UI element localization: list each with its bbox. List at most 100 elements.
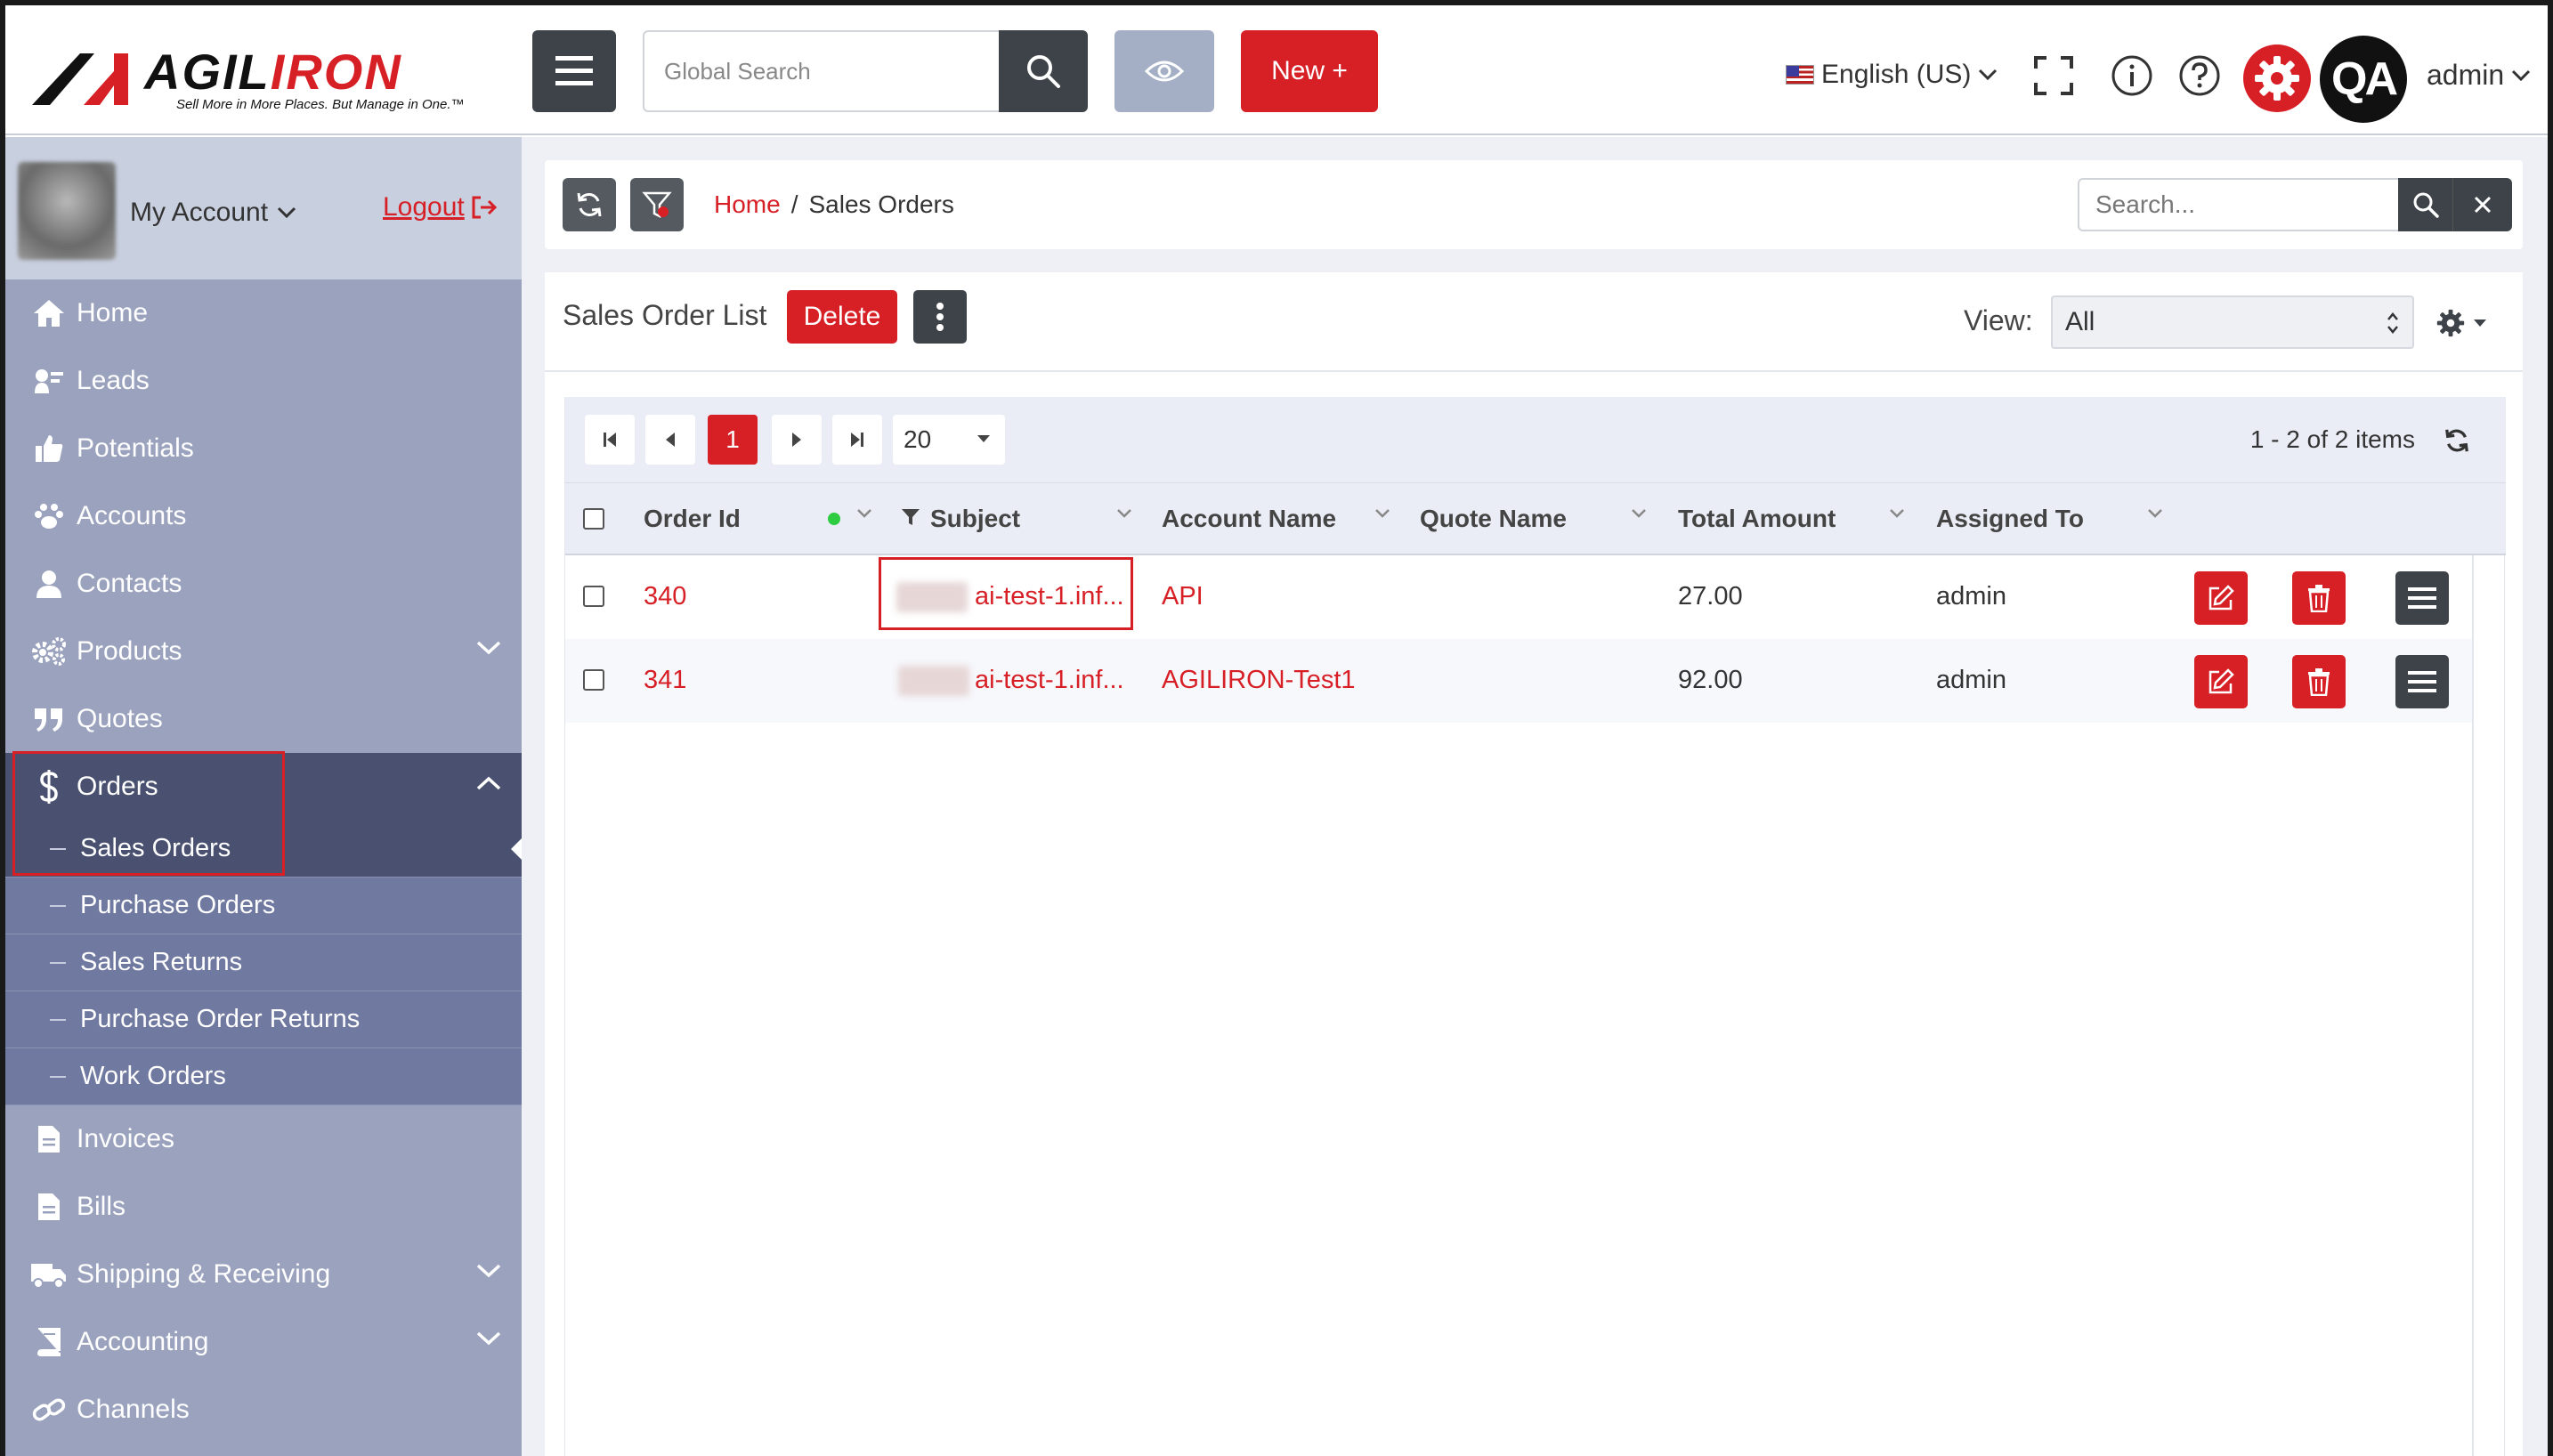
next-page-button[interactable] [772, 415, 822, 465]
page-size-select[interactable]: 20 [893, 415, 1005, 465]
view-label: View: [1964, 304, 2033, 336]
table-row[interactable]: 340 ai-test-1.inf... API 27.00 admin [565, 555, 2472, 639]
sidebar-item-label: Accounts [77, 501, 187, 530]
refresh-icon [2445, 429, 2468, 452]
column-header-account-name[interactable]: Account Name [1162, 505, 1336, 533]
grid-scrollbar[interactable] [2472, 555, 2504, 1456]
redacted-text [898, 666, 969, 696]
column-header-order-id[interactable]: Order Id [644, 505, 741, 533]
account-avatar [18, 162, 116, 260]
account-name-link[interactable]: AGILIRON-Test1 [1162, 666, 1356, 695]
trash-icon [2308, 585, 2330, 612]
sidebar-item-accounts[interactable]: Accounts [5, 482, 522, 550]
sidebar-item-label: Bills [77, 1192, 126, 1221]
order-id-link[interactable]: 340 [644, 582, 686, 611]
settings-button[interactable] [2243, 44, 2311, 112]
language-selector[interactable]: English (US) [1786, 57, 1998, 93]
column-header-assigned-to[interactable]: Assigned To [1936, 505, 2084, 533]
refresh-button[interactable] [563, 178, 616, 231]
logout-link[interactable]: Logout [383, 192, 498, 222]
prev-page-button[interactable] [645, 415, 695, 465]
edit-button[interactable] [2194, 571, 2248, 625]
chevron-down-icon[interactable] [1630, 508, 1648, 519]
delete-row-button[interactable] [2292, 655, 2346, 708]
view-select-value: All [2065, 307, 2095, 336]
sidebar-item-bills[interactable]: Bills [5, 1173, 522, 1241]
chevron-down-icon[interactable] [855, 508, 873, 519]
preview-toggle-button[interactable] [1114, 30, 1214, 112]
order-id-link[interactable]: 341 [644, 666, 686, 695]
sidebar-item-products[interactable]: Products [5, 618, 522, 685]
sidebar-item-quotes[interactable]: Quotes [5, 685, 522, 753]
breadcrumb-home-link[interactable]: Home [714, 190, 781, 219]
chevron-down-icon[interactable] [1115, 508, 1133, 519]
subitem-label: Purchase Order Returns [80, 1005, 361, 1033]
agiliron-logo[interactable]: AGILIRON Sell More in More Places. But M… [28, 44, 500, 116]
sidebar-item-contacts[interactable]: Contacts [5, 550, 522, 618]
view-select[interactable]: All [2051, 295, 2414, 349]
column-header-subject[interactable]: Subject [930, 505, 1020, 533]
link-icon [32, 1398, 66, 1421]
info-button[interactable] [2110, 53, 2154, 98]
delete-row-button[interactable] [2292, 571, 2346, 625]
grid-refresh-button[interactable] [2444, 427, 2470, 458]
list-search-button[interactable] [2398, 178, 2453, 231]
subject-link[interactable]: ai-test-1.inf... [975, 666, 1124, 695]
more-actions-button[interactable] [913, 290, 967, 344]
global-search-input[interactable]: Global Search [643, 30, 1001, 112]
chevron-down-icon[interactable] [1374, 508, 1391, 519]
chevron-down-icon[interactable] [2146, 508, 2164, 519]
gear-icon [2255, 56, 2299, 101]
sidebar-subitem-sales-returns[interactable]: Sales Returns [5, 934, 522, 991]
filter-button[interactable] [630, 178, 684, 231]
sidebar-subitem-purchase-orders[interactable]: Purchase Orders [5, 878, 522, 934]
edit-button[interactable] [2194, 655, 2248, 708]
subitem-label: Purchase Orders [80, 891, 276, 919]
last-page-button[interactable] [832, 415, 882, 465]
sidebar-item-label: Home [77, 298, 149, 328]
delete-button[interactable]: Delete [787, 290, 897, 344]
new-button[interactable]: New + [1241, 30, 1378, 112]
help-button[interactable] [2177, 53, 2222, 98]
kebab-icon [936, 303, 944, 331]
page-1-button[interactable]: 1 [708, 415, 758, 465]
column-settings-dropdown[interactable] [2435, 308, 2487, 338]
user-menu[interactable]: admin [2427, 59, 2531, 92]
search-icon [1027, 55, 1060, 88]
refresh-icon [577, 192, 602, 217]
sidebar-item-home[interactable]: Home [5, 279, 522, 347]
global-search-button[interactable] [999, 30, 1088, 112]
sidebar-item-shipping-receiving[interactable]: Shipping & Receiving [5, 1241, 522, 1308]
hamburger-menu-button[interactable] [532, 30, 616, 112]
sidebar-item-channels[interactable]: Channels [5, 1376, 522, 1444]
sidebar-item-invoices[interactable]: Invoices [5, 1105, 522, 1173]
caret-down-icon [977, 435, 990, 442]
column-header-quote-name[interactable]: Quote Name [1420, 505, 1567, 533]
sidebar-subitem-purchase-order-returns[interactable]: Purchase Order Returns [5, 991, 522, 1048]
row-checkbox[interactable] [583, 586, 604, 607]
filter-icon[interactable] [900, 506, 921, 528]
sidebar-subitem-work-orders[interactable]: Work Orders [5, 1048, 522, 1105]
list-search-input[interactable]: Search... [2078, 178, 2400, 231]
account-box: My Account Logout [5, 137, 522, 279]
sidebar-item-accounting[interactable]: Accounting [5, 1308, 522, 1376]
chevron-down-icon[interactable] [1888, 508, 1906, 519]
pager: 1 20 1 - 2 of 2 items [565, 397, 2506, 482]
my-account-menu[interactable]: My Account [130, 198, 296, 228]
row-checkbox[interactable] [583, 669, 604, 691]
svg-text:Sell More in More Places. But: Sell More in More Places. But Manage in … [176, 97, 464, 112]
account-name-link[interactable]: API [1162, 582, 1204, 611]
breadcrumb-bar: Home / Sales Orders Search... [545, 160, 2523, 249]
row-menu-button[interactable] [2395, 655, 2449, 708]
column-header-total-amount[interactable]: Total Amount [1678, 505, 1836, 533]
sales-order-grid: 1 20 1 - 2 of 2 items Order Id Subject A… [564, 397, 2506, 1456]
select-all-checkbox[interactable] [583, 508, 604, 530]
first-page-button[interactable] [585, 415, 635, 465]
sidebar-item-leads[interactable]: Leads [5, 347, 522, 415]
sidebar-item-potentials[interactable]: Potentials [5, 415, 522, 482]
fullscreen-button[interactable] [2031, 53, 2076, 98]
clear-search-button[interactable] [2453, 178, 2512, 231]
user-avatar[interactable]: QA [2320, 36, 2407, 123]
table-row[interactable]: 341 ai-test-1.inf... AGILIRON-Test1 92.0… [565, 639, 2472, 723]
row-menu-button[interactable] [2395, 571, 2449, 625]
